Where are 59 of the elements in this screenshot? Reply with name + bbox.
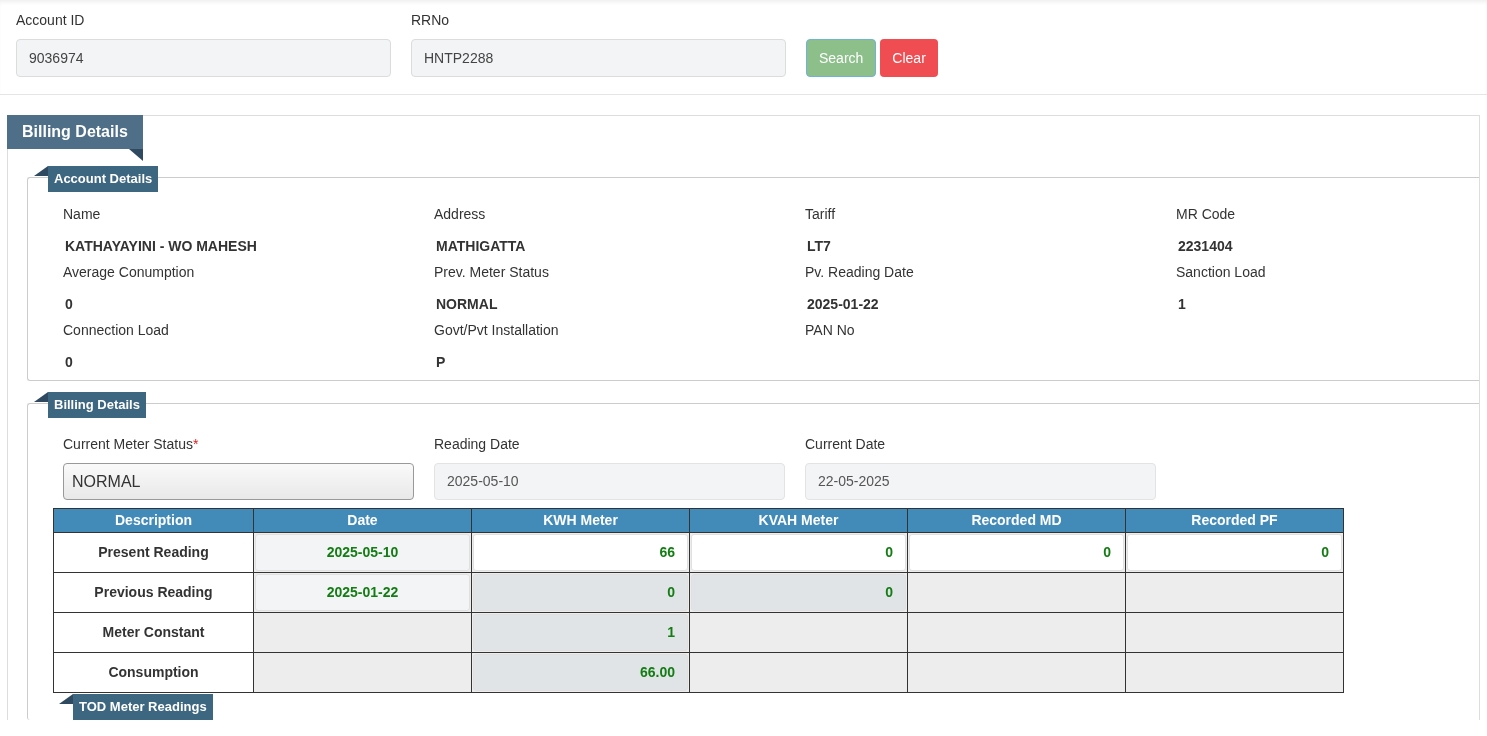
field-value: 0 [64, 295, 73, 312]
ribbon-fold [34, 166, 48, 176]
field-label: Connection Load [63, 321, 169, 340]
field-value: KATHAYAYINI - WO MAHESH [64, 237, 257, 254]
field-label: Tariff [805, 205, 836, 224]
input-field: 22-05-2025 [805, 463, 1156, 500]
reading-field: 2025-05-10 [255, 534, 470, 571]
status-select[interactable]: NORMAL [63, 463, 414, 500]
field-label: Current Meter Status* [63, 435, 199, 454]
section-ribbon: TOD Meter Readings [73, 694, 213, 720]
reading-field: 1 [473, 614, 688, 651]
reading-input[interactable]: 0 [1127, 534, 1342, 571]
field-value: 0 [64, 353, 73, 370]
reading-input[interactable]: 0 [909, 534, 1124, 571]
reading-field: 0 [473, 574, 688, 611]
field-label: MR Code [1176, 205, 1236, 224]
field-value: 2025-01-22 [806, 295, 879, 312]
ribbon-fold [59, 694, 73, 704]
field-label: Address [434, 205, 486, 224]
section-ribbon: Account Details [48, 166, 159, 192]
column-header: KVAH Meter [689, 508, 908, 533]
reading-field: 2025-01-22 [255, 574, 470, 611]
row-label: Meter Constant [53, 612, 254, 653]
reading-input[interactable]: 0 [691, 534, 906, 571]
column-header: Description [53, 508, 254, 533]
field-label: Reading Date [434, 435, 520, 454]
column-header: Date [253, 508, 472, 533]
field-label: Pv. Reading Date [805, 263, 914, 282]
ribbon-fold [34, 392, 48, 402]
section-ribbon: Billing Details [48, 392, 146, 418]
column-header: Recorded MD [907, 508, 1126, 533]
field-value: P [435, 353, 446, 370]
input-field[interactable]: 9036974 [16, 39, 391, 77]
reading-field: 66.00 [473, 654, 688, 691]
column-header: Recorded PF [1125, 508, 1344, 533]
field-label: PAN No [805, 321, 855, 340]
field-value: NORMAL [435, 295, 498, 312]
field-label: Account ID [16, 11, 85, 30]
clear-button[interactable]: Clear [880, 39, 938, 77]
reading-input[interactable]: 66 [473, 534, 688, 571]
field-label: Average Conumption [63, 263, 195, 282]
row-label: Previous Reading [53, 572, 254, 613]
field-label: Govt/Pvt Installation [434, 321, 559, 340]
field-value: MATHIGATTA [435, 237, 526, 254]
field-label: Prev. Meter Status [434, 263, 549, 282]
field-label: Current Date [805, 435, 886, 454]
row-label: Present Reading [53, 532, 254, 573]
field-label: Sanction Load [1176, 263, 1266, 282]
section-ribbon: Billing Details [7, 115, 143, 149]
field-label: Name [63, 205, 101, 224]
reading-field: 0 [691, 574, 906, 611]
field-label: RRNo [411, 11, 450, 30]
column-header: KWH Meter [471, 508, 690, 533]
field-value: 2231404 [1177, 237, 1233, 254]
row-label: Consumption [53, 652, 254, 693]
input-field[interactable]: HNTP2288 [411, 39, 786, 77]
field-value: LT7 [806, 237, 831, 254]
field-value: 1 [1177, 295, 1186, 312]
input-field: 2025-05-10 [434, 463, 785, 500]
